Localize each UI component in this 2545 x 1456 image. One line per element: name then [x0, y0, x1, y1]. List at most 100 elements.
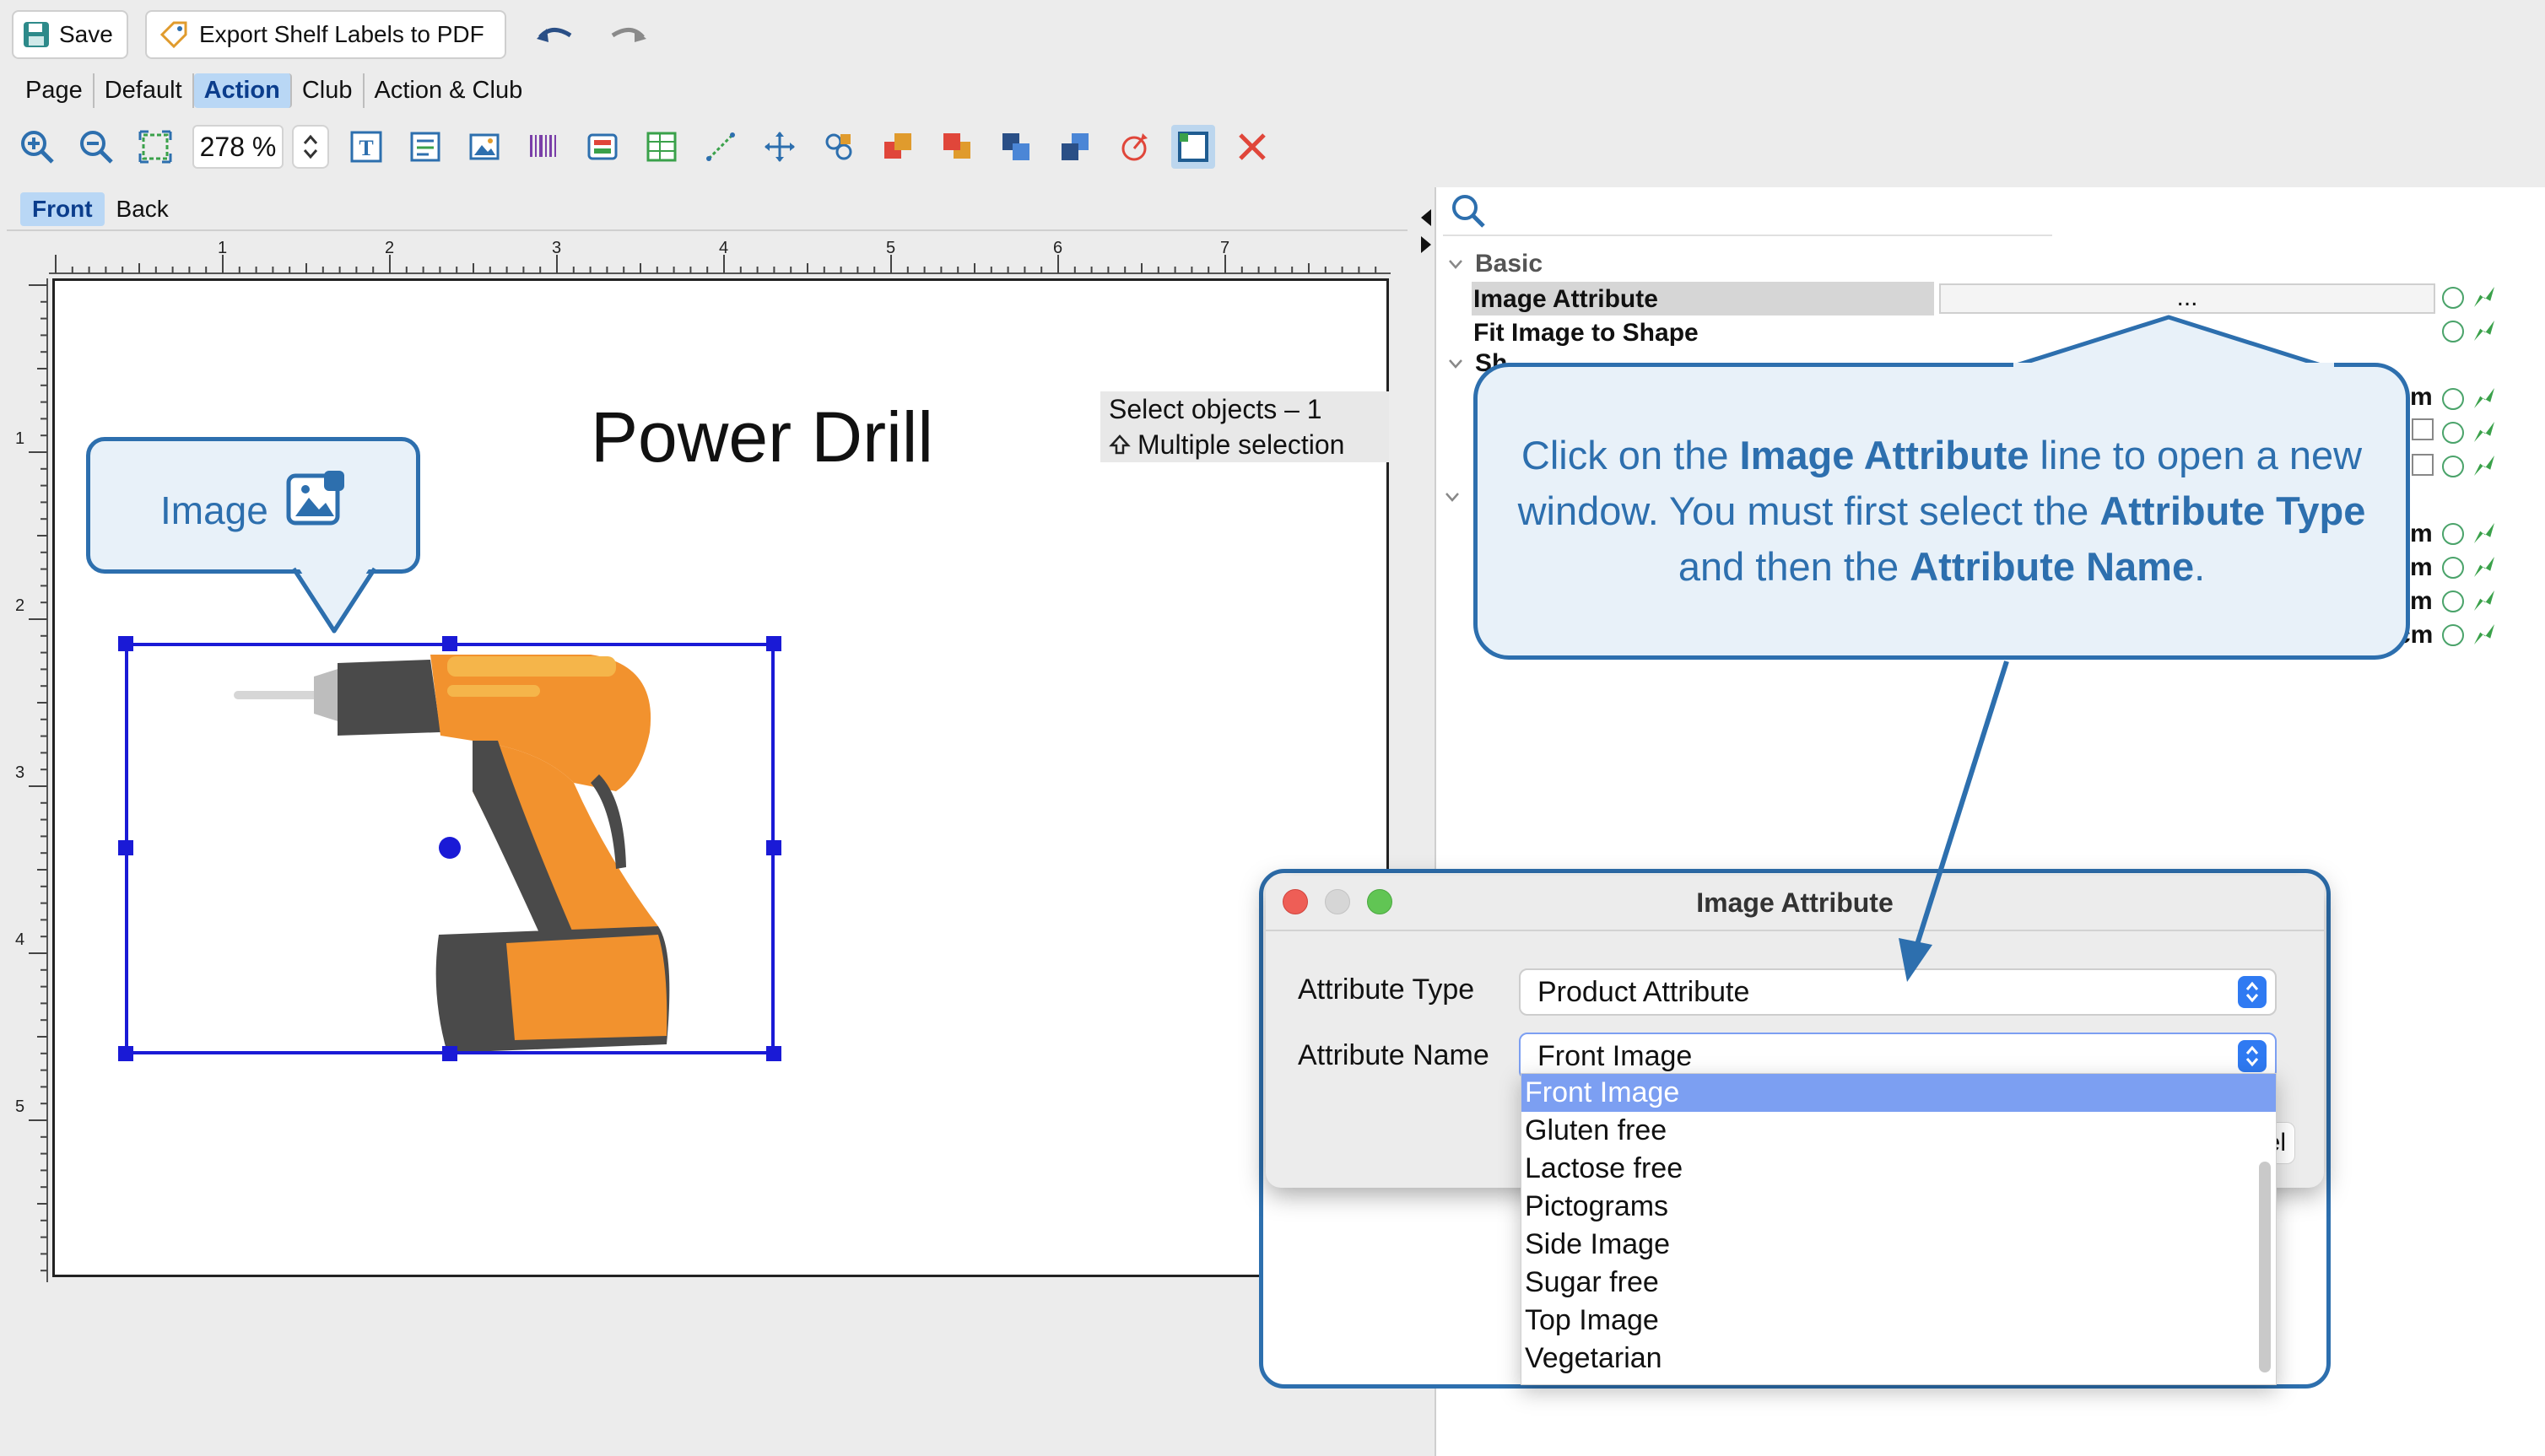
- ruler-top: 1 2 3 4 5 6 7: [49, 239, 1391, 274]
- undo-icon[interactable]: [533, 19, 575, 52]
- attribute-type-value: Product Attribute: [1537, 975, 1750, 1008]
- formula-icon[interactable]: [2442, 456, 2464, 477]
- formula-icon[interactable]: [2442, 590, 2464, 612]
- dropdown-option[interactable]: Top Image: [1521, 1302, 2276, 1340]
- rotation-center-handle[interactable]: [439, 837, 461, 859]
- zoom-field[interactable]: 278 %: [192, 125, 284, 169]
- resize-handle[interactable]: [442, 1046, 457, 1061]
- dropdown-option[interactable]: Vegetarian: [1521, 1340, 2276, 1378]
- chevron-down-icon: [1449, 359, 1462, 369]
- multiple-selection-text: Multiple selection: [1137, 429, 1345, 460]
- ruler-left: 1 2 3 4 5: [15, 278, 48, 1282]
- rich-text-icon[interactable]: [403, 125, 447, 169]
- dropdown-option[interactable]: Lactose free: [1521, 1150, 2276, 1188]
- resize-handle[interactable]: [442, 636, 457, 651]
- ruler-top-label: 1: [218, 239, 227, 257]
- group-basic[interactable]: Basic: [1448, 250, 1543, 278]
- unit-label: m: [2410, 553, 2433, 581]
- tab-back[interactable]: Back: [105, 192, 181, 226]
- dropdown-option[interactable]: Front Image: [1521, 1074, 2276, 1112]
- send-backward-icon[interactable]: [1053, 125, 1097, 169]
- tab-club[interactable]: Club: [292, 73, 365, 108]
- unit-label: m: [2410, 587, 2433, 615]
- ruler-top-label: 5: [886, 239, 895, 257]
- shift-icon: [1109, 434, 1131, 455]
- redo-icon[interactable]: [608, 19, 650, 52]
- bring-forward-icon[interactable]: [994, 125, 1038, 169]
- ruler-top-label: 2: [385, 239, 394, 257]
- resize-handle[interactable]: [118, 636, 133, 651]
- delete-icon[interactable]: [1230, 125, 1274, 169]
- dialog-title: Image Attribute: [1266, 876, 2324, 931]
- tab-default[interactable]: Default: [95, 73, 194, 108]
- formula-icon[interactable]: [2442, 388, 2464, 410]
- export-pdf-button[interactable]: Export Shelf Labels to PDF: [145, 10, 506, 59]
- product-title-text[interactable]: Power Drill: [591, 396, 933, 478]
- text-tool-icon[interactable]: T: [344, 125, 388, 169]
- barcode-icon[interactable]: [521, 125, 565, 169]
- callout-image-pointer-fill: [291, 565, 377, 634]
- editor-toolbar: 278 % T: [0, 116, 1367, 177]
- formula-icon[interactable]: [2442, 287, 2464, 309]
- chevron-down-icon[interactable]: [1445, 491, 1460, 503]
- close-window-button[interactable]: [1283, 889, 1308, 914]
- tab-action[interactable]: Action: [193, 73, 292, 108]
- callout-arrow: [1899, 661, 2009, 982]
- bring-front-icon[interactable]: [876, 125, 920, 169]
- zoom-in-icon[interactable]: [15, 125, 59, 169]
- ruler-top-label: 7: [1220, 239, 1229, 257]
- price-tool-icon[interactable]: [581, 125, 624, 169]
- rotate-icon[interactable]: [1112, 125, 1156, 169]
- dropdown-option[interactable]: Pictograms: [1521, 1188, 2276, 1226]
- export-pdf-label: Export Shelf Labels to PDF: [199, 21, 484, 47]
- resize-handle[interactable]: [766, 636, 781, 651]
- move-icon[interactable]: [758, 125, 802, 169]
- prop-fit-image-label: Fit Image to Shape: [1473, 319, 1699, 347]
- minimize-window-button[interactable]: [1325, 889, 1350, 914]
- callout-image-label: Image: [160, 488, 268, 532]
- dropdown-option[interactable]: Sugar free: [1521, 1264, 2276, 1302]
- send-back-icon[interactable]: [935, 125, 979, 169]
- group-basic-label: Basic: [1475, 250, 1543, 278]
- unit-label: m: [2410, 383, 2433, 411]
- tab-front[interactable]: Front: [20, 192, 105, 226]
- formula-icon[interactable]: [2442, 557, 2464, 579]
- image-attribute-value-button[interactable]: ...: [1939, 283, 2435, 314]
- image-tool-icon[interactable]: [462, 125, 506, 169]
- line-tool-icon[interactable]: [699, 125, 743, 169]
- fit-page-icon[interactable]: [133, 125, 177, 169]
- dropdown-option[interactable]: Side Image: [1521, 1226, 2276, 1264]
- properties-search[interactable]: [1443, 187, 2052, 236]
- formula-icon[interactable]: [2442, 523, 2464, 545]
- formula-icon[interactable]: [2442, 422, 2464, 444]
- image-icon: [286, 471, 344, 526]
- group-icon[interactable]: [817, 125, 861, 169]
- frame-toggle-icon[interactable]: [1171, 125, 1215, 169]
- prop-row-image-attribute[interactable]: Image Attribute ...: [1435, 282, 2545, 315]
- table-tool-icon[interactable]: [640, 125, 684, 169]
- resize-handle[interactable]: [118, 1046, 133, 1061]
- svg-text:T: T: [359, 136, 373, 160]
- prop-row-fit-image[interactable]: Fit Image to Shape: [1435, 315, 2545, 349]
- zoom-out-icon[interactable]: [74, 125, 118, 169]
- zoom-window-button[interactable]: [1367, 889, 1392, 914]
- ruler-left-label: 2: [15, 596, 24, 615]
- formula-icon[interactable]: [2442, 624, 2464, 646]
- zoom-stepper[interactable]: [292, 125, 329, 169]
- formula-icon[interactable]: [2442, 321, 2464, 342]
- select-objects-text: Select objects – 1: [1109, 394, 1322, 424]
- resize-handle[interactable]: [766, 1046, 781, 1061]
- attribute-name-dropdown: Front Image Gluten free Lactose free Pictog…: [1521, 1073, 2277, 1385]
- tab-action-club[interactable]: Action & Club: [365, 73, 533, 108]
- collapse-panel-icon[interactable]: [1418, 206, 1435, 256]
- save-button[interactable]: Save: [12, 10, 128, 59]
- ruler-left-label: 3: [15, 763, 24, 782]
- help-callout-pointer-mask: [2013, 363, 2334, 371]
- unit-label: m: [2410, 520, 2433, 547]
- dropdown-scrollbar[interactable]: [2259, 1162, 2271, 1372]
- dropdown-option[interactable]: Gluten free: [1521, 1112, 2276, 1150]
- resize-handle[interactable]: [766, 840, 781, 855]
- resize-handle[interactable]: [118, 840, 133, 855]
- tab-page[interactable]: Page: [15, 73, 95, 108]
- mode-tabs: Page Default Action Club Action & Club: [15, 71, 532, 110]
